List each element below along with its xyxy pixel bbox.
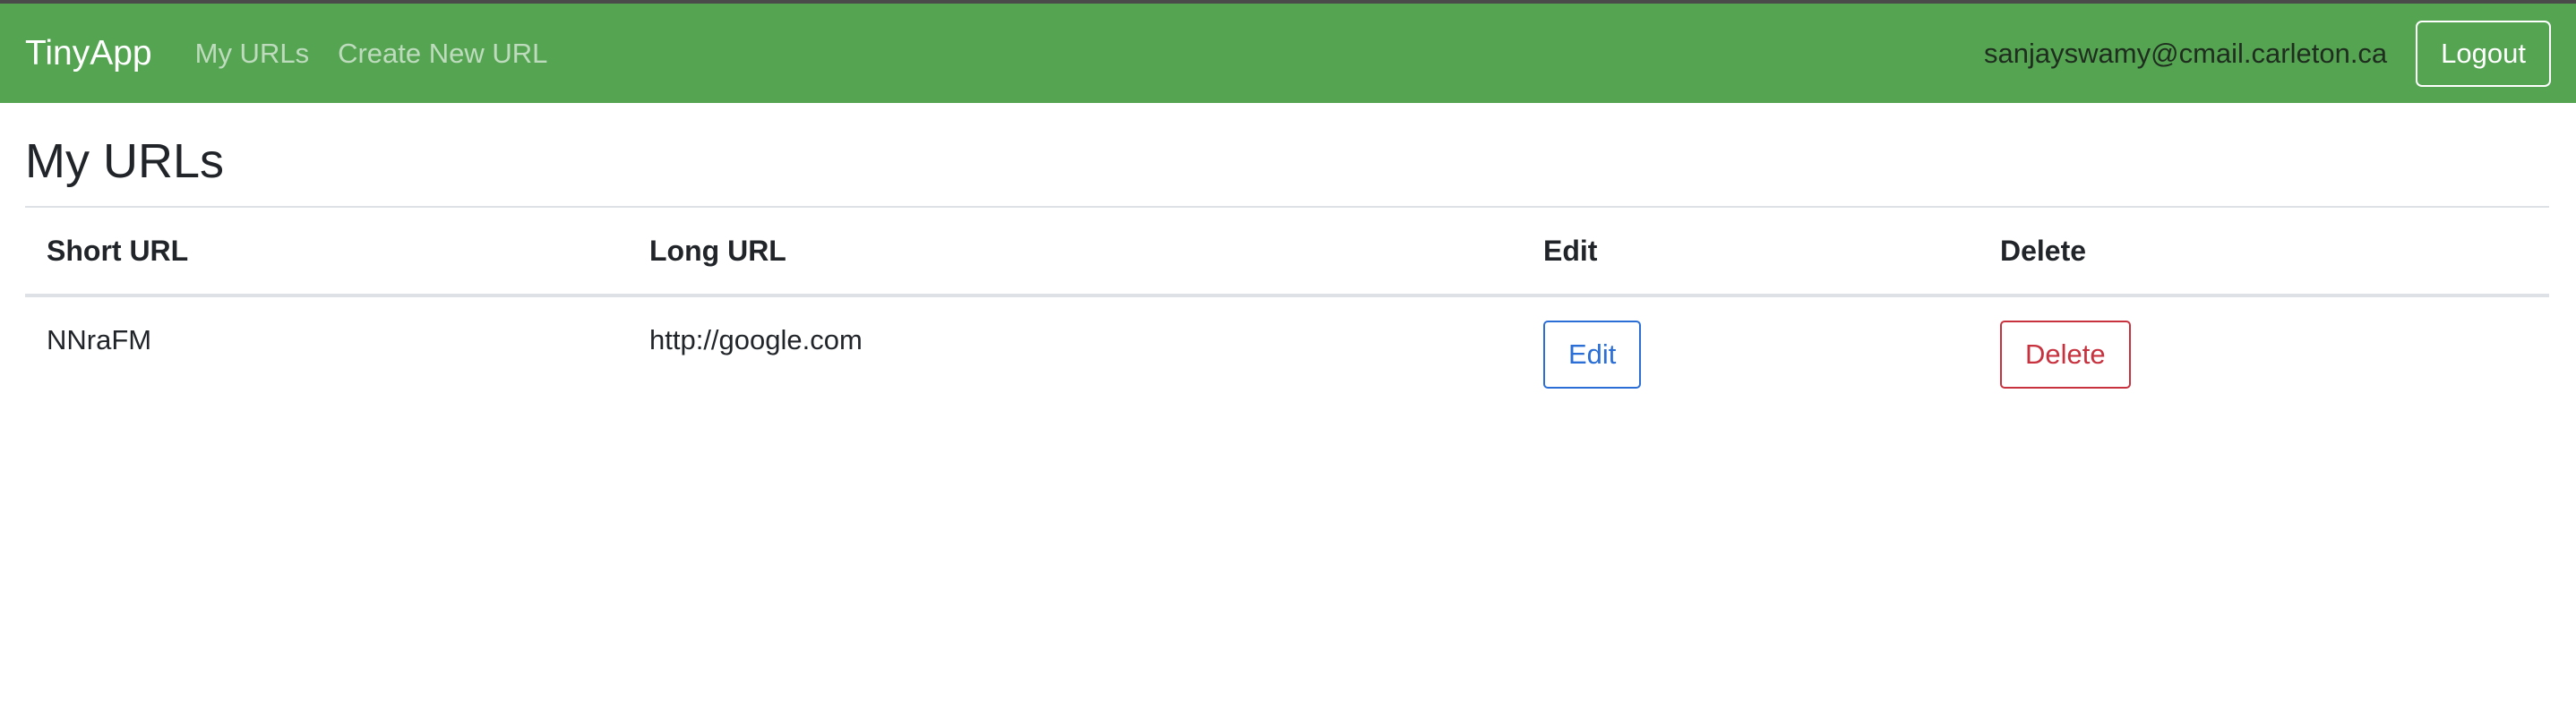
long-url-cell: http://google.com [649,324,863,355]
delete-button[interactable]: Delete [2000,321,2131,389]
column-header-short-url: Short URL [25,208,628,297]
urls-table: Short URL Long URL Edit Delete NNraFM ht… [25,208,2549,398]
navbar: TinyApp My URLs Create New URL sanjayswa… [0,4,2576,103]
edit-cell: Edit [1522,295,1979,398]
edit-button[interactable]: Edit [1543,321,1642,389]
table-row: NNraFM http://google.com Edit Delete [25,295,2549,398]
user-email: sanjayswamy@cmail.carleton.ca [1984,37,2388,69]
nav-link-my-urls[interactable]: My URLs [195,38,309,70]
column-header-delete: Delete [1979,208,2549,297]
main-content: My URLs Short URL Long URL Edit Delete N… [25,103,2549,398]
short-url-cell: NNraFM [47,324,152,355]
page-title: My URLs [25,103,2549,208]
table-header-row: Short URL Long URL Edit Delete [25,208,2549,297]
column-header-edit: Edit [1522,208,1979,297]
logout-button[interactable]: Logout [2416,20,2551,87]
nav-link-create-new-url[interactable]: Create New URL [338,38,547,70]
delete-cell: Delete [1979,295,2549,398]
column-header-long-url: Long URL [628,208,1522,297]
brand-link[interactable]: TinyApp [25,34,152,73]
